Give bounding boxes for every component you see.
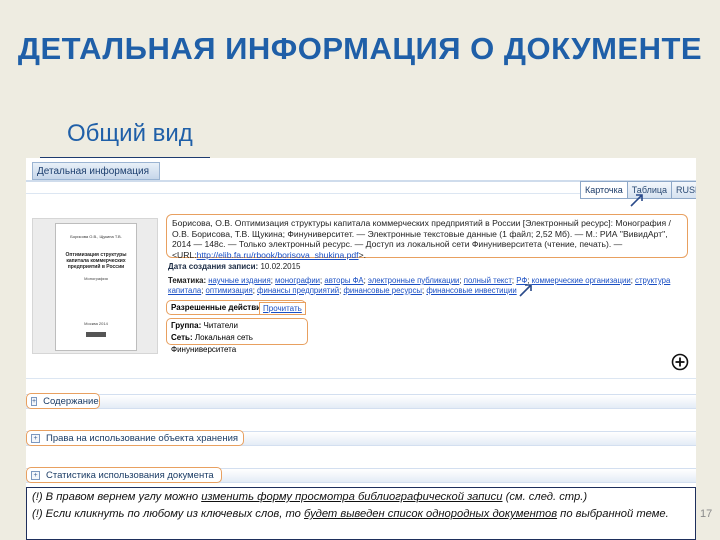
note-1-after: (см. след. стр.) — [502, 491, 588, 503]
created-value: 10.02.2015 — [260, 262, 301, 271]
actions-label: Разрешенные действия: — [171, 303, 269, 312]
created-row: Дата создания записи: 10.02.2015 — [168, 262, 301, 271]
note-line-1: (!) В правом вернем углу можно изменить … — [32, 489, 690, 506]
citation-box: Борисова, О.В. Оптимизация структуры кап… — [166, 214, 688, 260]
note-box: (!) В правом вернем углу можно изменить … — [26, 487, 696, 540]
plus-circle-icon — [671, 353, 689, 371]
cover-city: Москва 2014 — [84, 321, 108, 326]
note-2-link: будет выведен список однородных документ… — [304, 508, 558, 520]
theme-link[interactable]: финансовые инвестиции — [426, 286, 516, 295]
divider — [26, 378, 696, 379]
expand-icon[interactable]: + — [31, 433, 40, 443]
citation-url-prefix: <URL: — [172, 249, 197, 260]
page-number: 17 — [700, 508, 713, 520]
theme-link[interactable]: финансы предприятий — [257, 286, 339, 295]
network-label: Сеть: — [171, 333, 193, 342]
group-row: Группа: Читатели — [171, 320, 303, 332]
arrow-up-right-icon — [630, 194, 643, 207]
section-label: Содержание — [43, 395, 99, 407]
note-line-2: (!) Если кликнуть по любому из ключевых … — [32, 506, 690, 523]
section-box[interactable]: + Права на использование объекта хранени… — [26, 430, 244, 446]
screenshot-panel: Детальная информация Карточка Таблица RU… — [26, 158, 696, 490]
citation-text: Борисова, О.В. Оптимизация структуры кап… — [172, 218, 671, 249]
slide-title: ДЕТАЛЬНАЯ ИНФОРМАЦИЯ О ДОКУМЕНТЕ — [17, 31, 703, 66]
access-info-box: Группа: Читатели Сеть: Локальная сеть Фи… — [166, 318, 308, 354]
expand-icon[interactable]: + — [31, 396, 38, 406]
section-label: Права на использование объекта хранения — [46, 432, 239, 444]
arrow-up-right-icon — [519, 284, 532, 297]
cover-title: Оптимизация структуры капитала коммерчес… — [65, 252, 127, 270]
slide-subtitle: Общий вид — [67, 120, 193, 147]
read-button[interactable]: Прочитать — [259, 302, 306, 315]
expand-icon[interactable]: + — [31, 470, 40, 480]
theme-link[interactable]: авторы ФА — [324, 276, 363, 285]
theme-link[interactable]: финансовые ресурсы — [343, 286, 422, 295]
cover-page: Борисова О.В., Щукина Т.В. Оптимизация с… — [55, 223, 137, 351]
cover-authors: Борисова О.В., Щукина Т.В. — [70, 234, 122, 239]
permitted-actions: Разрешенные действия: Прочитать — [166, 300, 306, 315]
section-rights[interactable]: + Права на использование объекта хранени… — [26, 430, 696, 446]
note-2-before: (!) Если кликнуть по любому из ключевых … — [32, 508, 305, 520]
section-contents[interactable]: + Содержание — [26, 393, 696, 409]
group-value: Читатели — [203, 321, 239, 330]
panel-header: Детальная информация — [32, 162, 160, 180]
themes-row: Тематика: научные издания; монографии; а… — [168, 276, 671, 295]
theme-link[interactable]: монографии — [275, 276, 320, 285]
theme-link[interactable]: научные издания — [208, 276, 270, 285]
section-box[interactable]: + Статистика использования документа — [26, 467, 222, 483]
tab-rusmarc[interactable]: RUSMARC — [672, 182, 696, 198]
section-box[interactable]: + Содержание — [26, 393, 100, 409]
theme-link[interactable]: электронные публикации — [368, 276, 459, 285]
theme-link[interactable]: полный текст — [464, 276, 512, 285]
themes-label: Тематика: — [168, 276, 207, 285]
note-1-link: изменить форму просмотра библиографическ… — [201, 491, 503, 503]
theme-link[interactable]: оптимизация — [206, 286, 253, 295]
note-1-before: (!) В правом вернем углу можно — [32, 491, 202, 503]
section-statistics[interactable]: + Статистика использования документа — [26, 467, 696, 483]
created-label: Дата создания записи: — [168, 262, 259, 271]
citation-url-link[interactable]: http://elib.fa.ru/rbook/borisova_shukina… — [197, 250, 359, 260]
network-row: Сеть: Локальная сеть Финуниверситета — [171, 332, 303, 356]
document-cover[interactable]: Борисова О.В., Щукина Т.В. Оптимизация с… — [32, 218, 158, 354]
cover-type: Монография — [84, 276, 108, 281]
note-2-after: по выбранной теме. — [557, 508, 669, 520]
tab-card[interactable]: Карточка — [581, 182, 628, 198]
publisher-logo — [86, 332, 106, 337]
section-label: Статистика использования документа — [46, 469, 214, 481]
theme-link[interactable]: коммерческие организации — [532, 276, 631, 285]
group-label: Группа: — [171, 321, 202, 330]
citation-url-suffix: >. — [358, 249, 366, 260]
